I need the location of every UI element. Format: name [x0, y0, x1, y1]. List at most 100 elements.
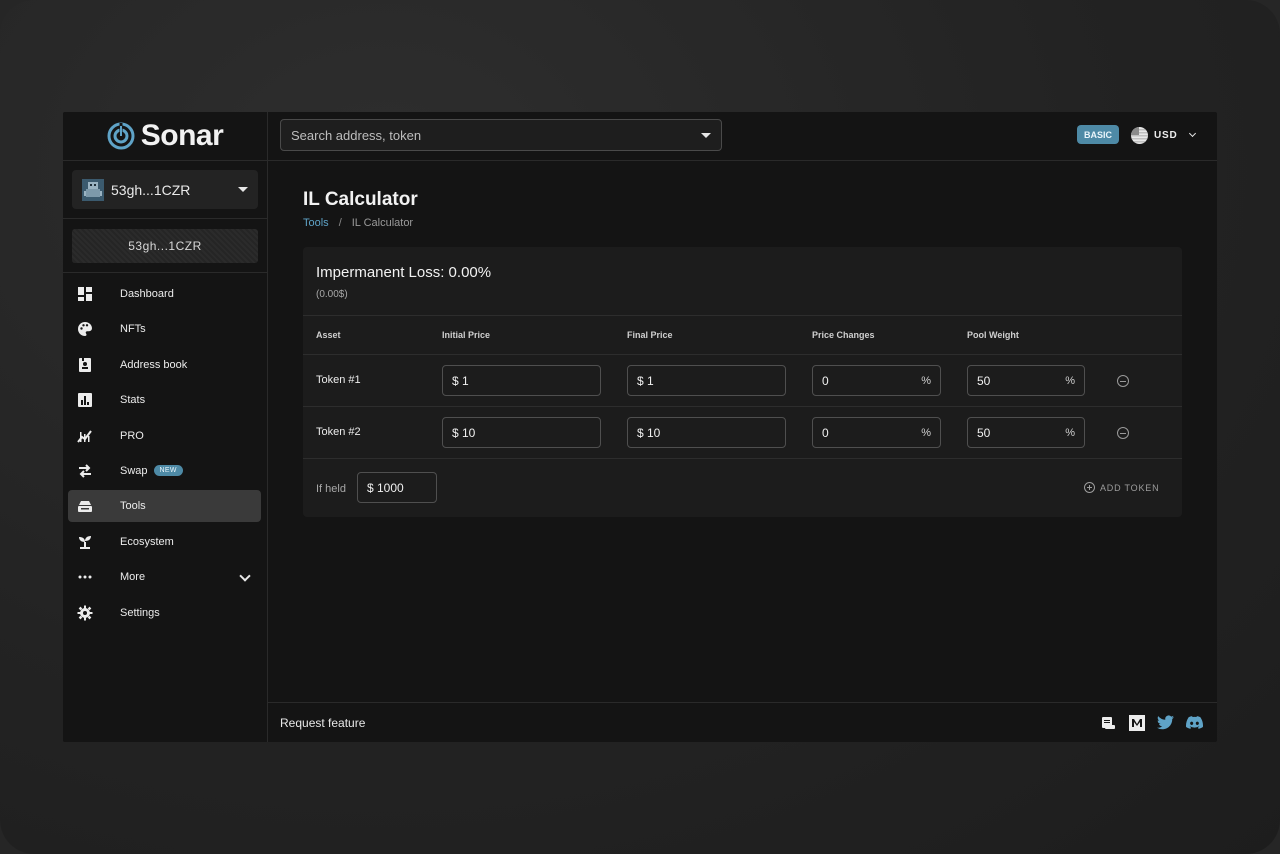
sidebar: Sonar 53gh...1CZR 53gh...1CZR Dashboard …: [63, 112, 268, 742]
swap-icon: [77, 463, 93, 479]
sidebar-item-label: NFTs: [120, 323, 146, 336]
wallet-selector[interactable]: 53gh...1CZR: [72, 170, 258, 209]
impermanent-loss-title: Impermanent Loss: 0.00%: [316, 264, 492, 281]
new-badge: NEW: [153, 465, 183, 477]
field-value: $ 1000: [367, 480, 404, 495]
remove-token-icon[interactable]: [1117, 375, 1129, 387]
row-asset-label: Token #2: [316, 426, 361, 438]
breadcrumb: Tools / IL Calculator: [303, 217, 413, 229]
column-header-price-changes: Price Changes: [812, 330, 875, 340]
divider: [303, 458, 1182, 459]
initial-price-input[interactable]: $ 10: [442, 417, 601, 448]
stats-icon: [77, 392, 93, 408]
pool-weight-input[interactable]: 50 %: [967, 417, 1085, 448]
caret-down-icon: [238, 187, 248, 192]
sprout-icon: [77, 534, 93, 550]
sidebar-item-address-book[interactable]: Address book: [68, 349, 261, 381]
medium-icon[interactable]: [1128, 714, 1145, 731]
sidebar-item-label: More: [120, 571, 146, 584]
initial-price-input[interactable]: $ 1: [442, 365, 601, 396]
sidebar-item-nfts[interactable]: NFTs: [68, 313, 261, 345]
final-price-input[interactable]: $ 1: [627, 365, 786, 396]
app-window: Sonar 53gh...1CZR 53gh...1CZR Dashboard …: [63, 112, 1217, 742]
column-header-final-price: Final Price: [627, 330, 673, 340]
plan-badge[interactable]: BASIC: [1077, 125, 1119, 144]
sidebar-item-label: Dashboard: [120, 288, 174, 300]
percent-unit: %: [1065, 426, 1075, 439]
more-dots-icon: [77, 569, 93, 585]
column-header-initial-price: Initial Price: [442, 330, 491, 340]
brand-name: Sonar: [140, 119, 224, 152]
field-value: $ 1: [452, 373, 469, 388]
request-feature-link[interactable]: Request feature: [280, 716, 365, 730]
topbar: BASIC USD: [268, 112, 1217, 161]
price-change-input[interactable]: 0 %: [812, 417, 941, 448]
breadcrumb-link-tools[interactable]: Tools: [303, 217, 329, 229]
final-price-input[interactable]: $ 10: [627, 417, 786, 448]
price-change-input[interactable]: 0 %: [812, 365, 941, 396]
sidebar-item-label: PRO: [120, 429, 144, 442]
dashboard-icon: [77, 286, 93, 302]
add-token-label: ADD TOKEN: [1100, 482, 1160, 493]
field-value: 0: [822, 425, 829, 440]
currency-label: USD: [1154, 129, 1178, 141]
sidebar-item-stats[interactable]: Stats: [68, 384, 261, 416]
footer: Request feature: [268, 702, 1217, 742]
sidebar-nav: Dashboard NFTs Address book Stats PRO Sw…: [68, 278, 261, 632]
gear-icon: [77, 605, 93, 621]
column-header-pool-weight: Pool Weight: [967, 330, 1019, 340]
palette-icon: [77, 321, 93, 337]
field-value: $ 10: [452, 425, 476, 440]
sidebar-item-ecosystem[interactable]: Ecosystem: [68, 526, 261, 558]
impermanent-loss-value: (0.00$): [316, 289, 348, 300]
percent-unit: %: [1065, 374, 1075, 387]
divider: [303, 315, 1182, 316]
column-header-asset: Asset: [316, 330, 341, 340]
sidebar-item-dashboard[interactable]: Dashboard: [68, 278, 261, 310]
field-value: $ 10: [637, 425, 661, 440]
if-held-label: If held: [316, 483, 346, 495]
sidebar-item-label: Stats: [120, 394, 146, 407]
breadcrumb-separator: /: [338, 217, 342, 229]
if-held-input[interactable]: $ 1000: [357, 472, 437, 503]
sidebar-item-label: Swap: [120, 464, 148, 477]
wallet-avatar: [82, 178, 104, 201]
divider: [303, 406, 1182, 407]
caret-down-icon[interactable]: [701, 132, 711, 138]
divider: [303, 354, 1182, 355]
twitter-icon[interactable]: [1157, 714, 1174, 731]
plus-circle-icon: [1084, 482, 1095, 493]
chevron-down-icon: [1188, 129, 1196, 138]
docs-scroll-icon[interactable]: [1099, 714, 1116, 731]
search-box[interactable]: [280, 119, 722, 151]
field-value: 0: [822, 373, 829, 388]
breadcrumb-current: IL Calculator: [351, 217, 414, 229]
divider: [63, 272, 268, 273]
sidebar-item-label: Ecosystem: [120, 535, 174, 548]
sidebar-item-more[interactable]: More: [68, 561, 261, 593]
us-flag-icon: [1131, 126, 1148, 144]
brand-logo[interactable]: Sonar: [63, 112, 267, 161]
sidebar-item-swap[interactable]: Swap NEW: [68, 455, 261, 487]
wallet-name: 53gh...1CZR: [111, 181, 191, 198]
main-content: IL Calculator Tools / IL Calculator Impe…: [268, 162, 1217, 702]
chevron-down-icon[interactable]: [239, 570, 251, 582]
row-asset-label: Token #1: [316, 374, 361, 386]
sidebar-item-tools[interactable]: Tools: [68, 490, 261, 523]
pool-weight-input[interactable]: 50 %: [967, 365, 1085, 396]
wallet-address-pill[interactable]: 53gh...1CZR: [72, 229, 258, 263]
add-token-button[interactable]: ADD TOKEN: [1084, 482, 1159, 493]
search-input[interactable]: [291, 127, 701, 143]
sidebar-item-settings[interactable]: Settings: [68, 597, 261, 629]
field-value: 50: [977, 425, 991, 440]
currency-selector[interactable]: USD: [1131, 125, 1196, 145]
divider: [63, 218, 268, 219]
discord-icon[interactable]: [1186, 714, 1203, 731]
remove-token-icon[interactable]: [1117, 427, 1129, 439]
address-book-icon: [77, 357, 93, 373]
pro-chart-icon: [77, 428, 93, 444]
sonar-logo-icon: [107, 122, 135, 150]
sidebar-item-label: Address book: [120, 358, 188, 371]
device-frame: Sonar 53gh...1CZR 53gh...1CZR Dashboard …: [0, 0, 1280, 854]
sidebar-item-pro[interactable]: PRO: [68, 420, 261, 452]
